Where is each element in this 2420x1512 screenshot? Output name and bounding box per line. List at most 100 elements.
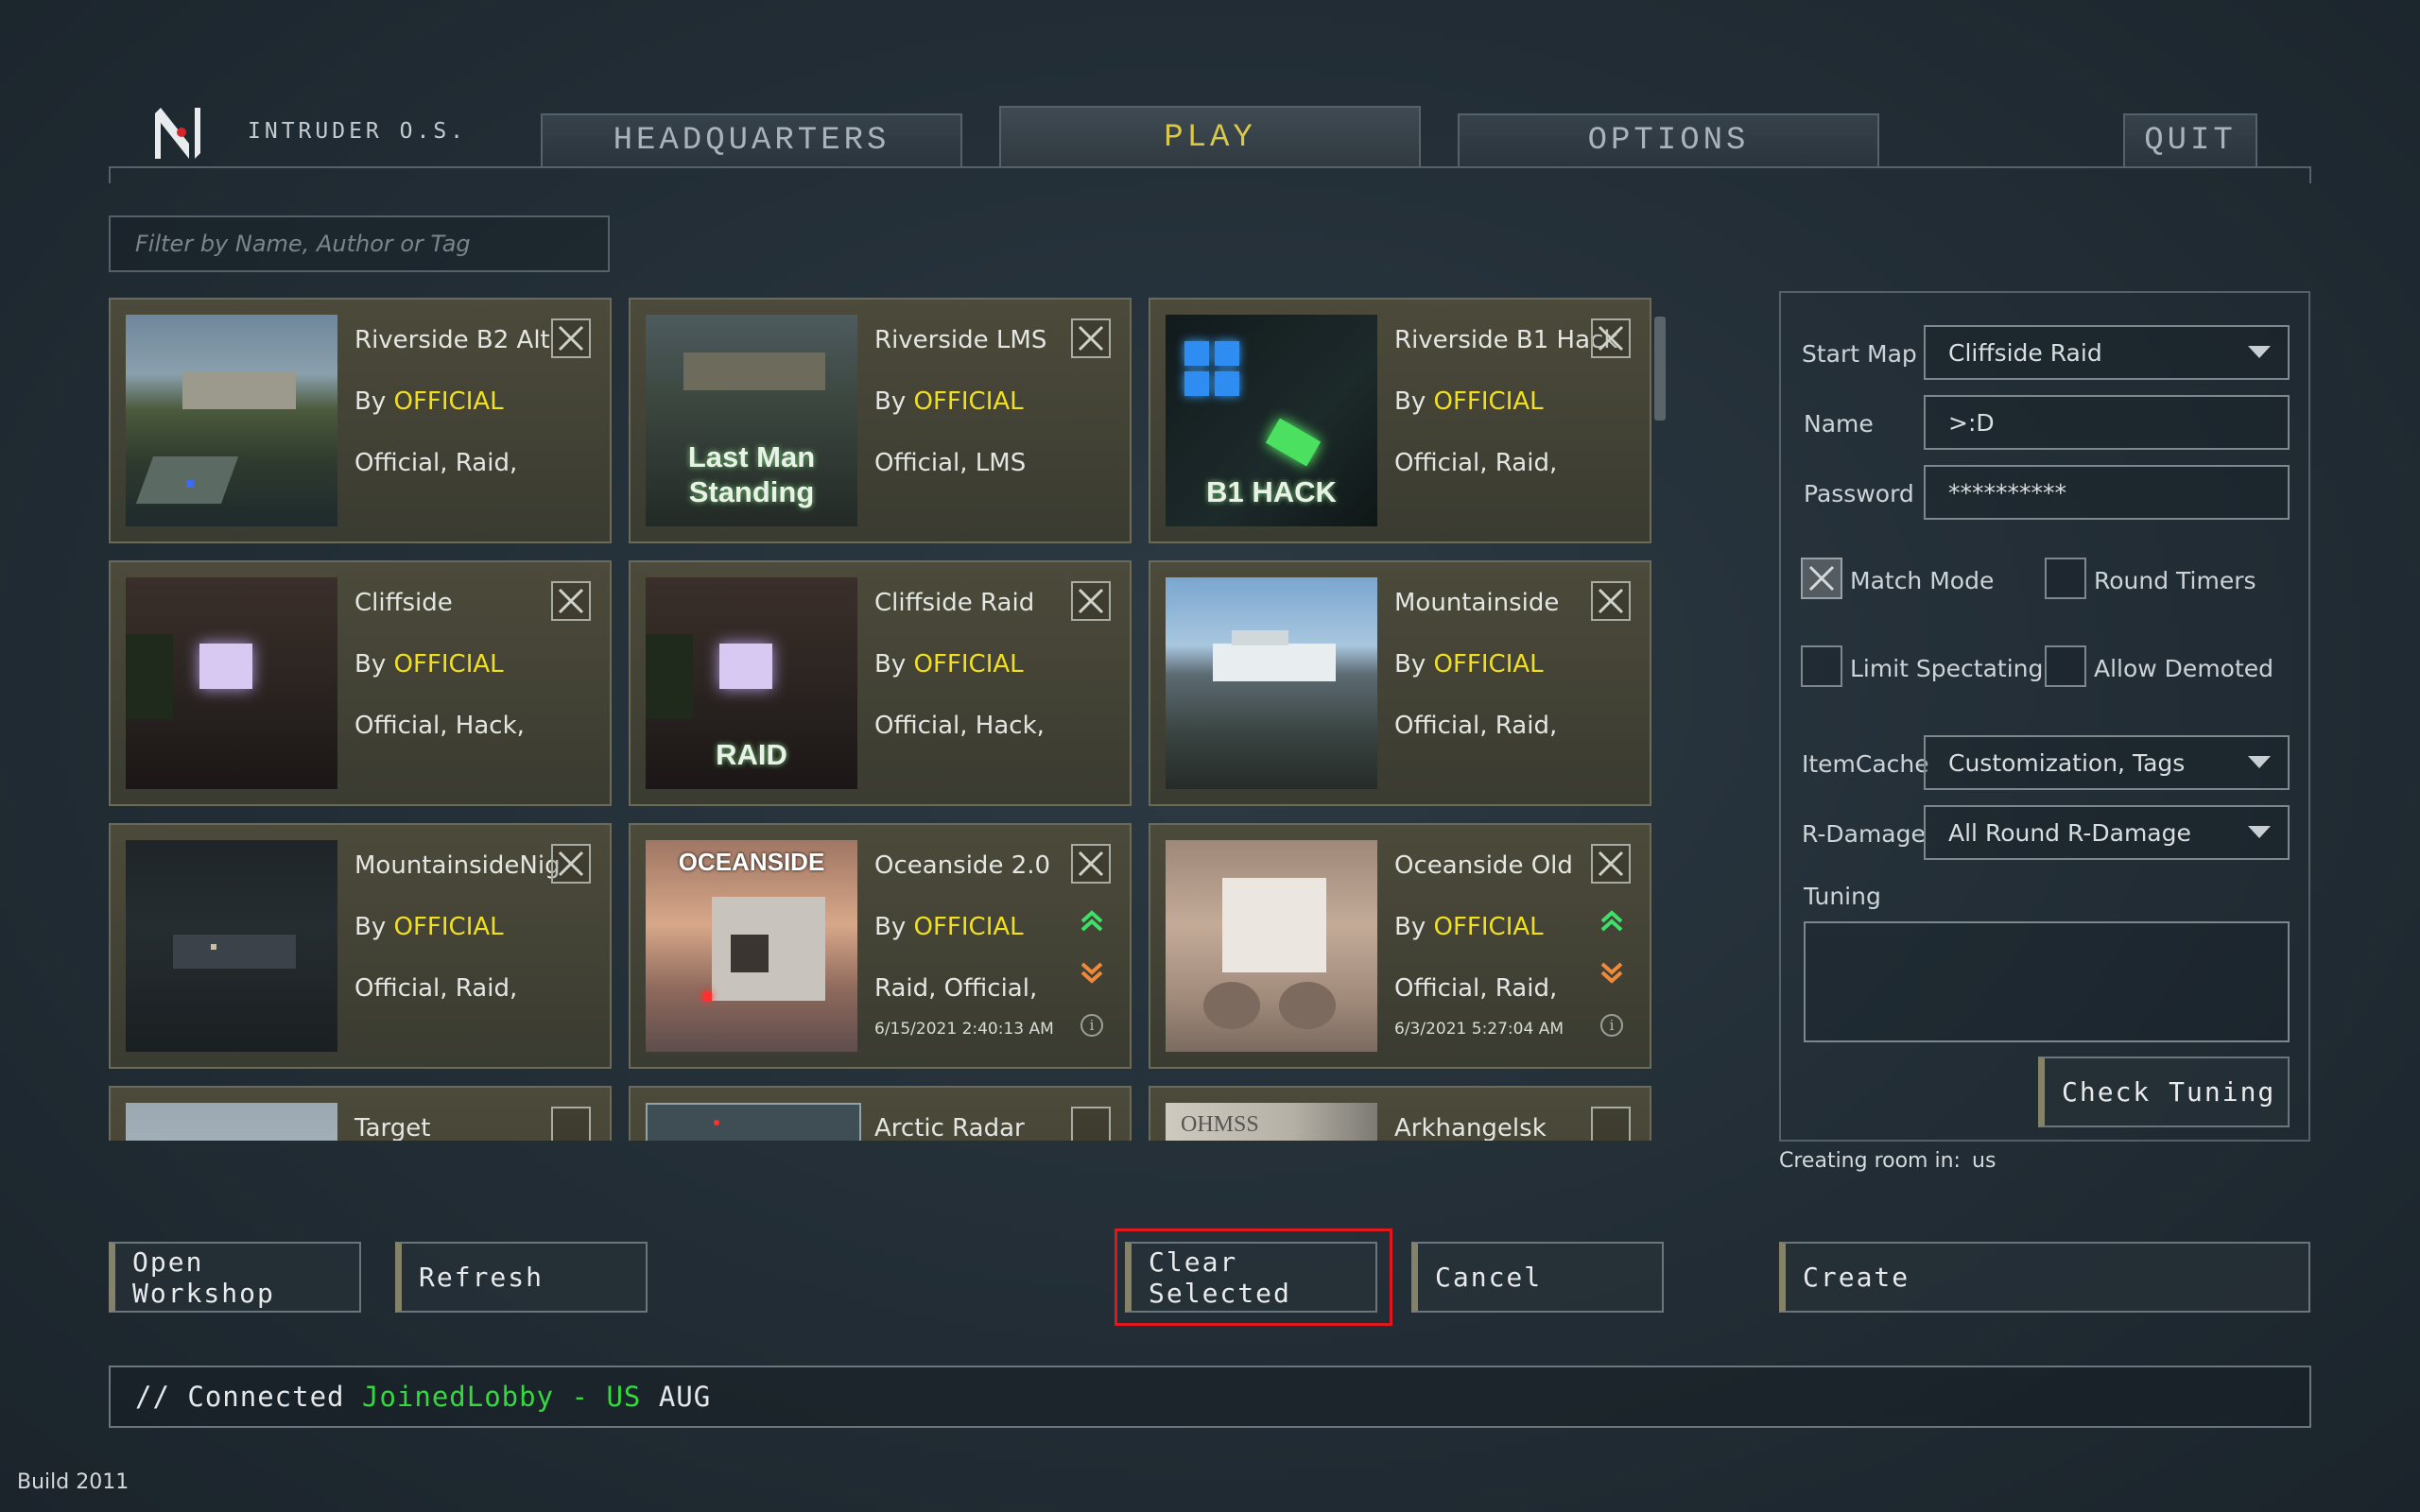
itemcache-dropdown[interactable]: Customization, Tags <box>1924 735 2290 790</box>
map-card-oceanside-2[interactable]: OCEANSIDE Oceanside 2.0 By OFFICIAL Raid… <box>629 823 1132 1069</box>
map-name: Arctic Radar <box>874 1114 1025 1141</box>
map-tags: Official, Raid, <box>1394 974 1558 1003</box>
map-card-riverside-b1-hack[interactable]: B1 HACK Riverside B1 Hack By OFFICIAL Of… <box>1149 298 1651 543</box>
tuning-textarea[interactable] <box>1804 921 2290 1042</box>
map-author: By OFFICIAL <box>874 913 1024 941</box>
map-author: By OFFICIAL <box>354 913 504 941</box>
create-button[interactable]: Create <box>1779 1242 2310 1313</box>
refresh-button[interactable]: Refresh <box>395 1242 648 1313</box>
tab-options[interactable]: OPTIONS <box>1458 113 1879 166</box>
map-thumbnail: Last Man Standing <box>646 315 857 526</box>
selection-highlight <box>1115 1228 1392 1326</box>
map-card-mountainside[interactable]: Mountainside By OFFICIAL Official, Raid, <box>1149 560 1651 806</box>
map-thumbnail-caption: OCEANSIDE <box>678 848 825 876</box>
downvote-icon[interactable] <box>1079 959 1105 986</box>
allow-demoted-label: Allow Demoted <box>2094 655 2274 682</box>
map-name: Mountainside <box>1394 589 1560 617</box>
name-label: Name <box>1804 410 1874 438</box>
map-card-oceanside-old[interactable]: Oceanside Old By OFFICIAL Official, Raid… <box>1149 823 1651 1069</box>
connection-status-bar: // Connected JoinedLobby - US AUG <box>109 1366 2311 1428</box>
upvote-icon[interactable] <box>1599 908 1625 935</box>
map-tags: Official, Hack, <box>874 712 1045 740</box>
rdamage-dropdown[interactable]: All Round R-Damage <box>1924 805 2290 860</box>
header-divider-left <box>109 166 111 183</box>
status-state: JoinedLobby <box>361 1381 555 1413</box>
intruder-logo-icon <box>155 108 200 159</box>
cancel-button[interactable]: Cancel <box>1411 1242 1664 1313</box>
chevron-down-icon <box>2248 826 2271 838</box>
map-card-cliffside[interactable]: Cliffside By OFFICIAL Official, Hack, <box>109 560 612 806</box>
map-card-arkhangelsk[interactable]: OHMSS Arkhangelsk <box>1149 1086 1651 1141</box>
remove-map-checkbox[interactable] <box>551 1107 591 1141</box>
remove-map-checkbox[interactable] <box>1591 581 1631 621</box>
map-author: By OFFICIAL <box>874 650 1024 679</box>
creating-room-label: Creating room in: <box>1779 1149 1961 1173</box>
open-workshop-button[interactable]: Open Workshop <box>109 1242 361 1313</box>
creating-room-region: us <box>1972 1149 1996 1173</box>
map-list-scrollbar[interactable] <box>1654 317 1666 421</box>
password-input[interactable]: ********** <box>1924 465 2290 520</box>
map-name: Oceanside Old <box>1394 851 1573 880</box>
map-name: Target <box>354 1114 431 1141</box>
map-thumbnail-caption: Last Man Standing <box>687 439 816 508</box>
map-list[interactable]: Riverside B2 Alt By OFFICIAL Official, R… <box>109 298 1654 1141</box>
map-card-riverside-b2-alt[interactable]: Riverside B2 Alt By OFFICIAL Official, R… <box>109 298 612 543</box>
map-date: 6/15/2021 2:40:13 AM <box>874 1020 1054 1039</box>
map-name: Riverside B1 Hack <box>1394 326 1618 354</box>
remove-map-checkbox[interactable] <box>551 581 591 621</box>
remove-map-checkbox[interactable] <box>1591 318 1631 358</box>
check-tuning-button[interactable]: Check Tuning <box>2038 1057 2290 1127</box>
map-thumbnail <box>1166 577 1377 789</box>
info-icon[interactable]: i <box>1080 1014 1103 1037</box>
remove-map-checkbox[interactable] <box>551 844 591 884</box>
chevron-down-icon <box>2248 346 2271 358</box>
limit-spectating-checkbox[interactable] <box>1801 645 1842 687</box>
room-name-input[interactable]: >:D <box>1924 395 2290 450</box>
quit-button[interactable]: QUIT <box>2123 113 2257 166</box>
map-tags: Official, Hack, <box>354 712 525 740</box>
downvote-icon[interactable] <box>1599 959 1625 986</box>
tab-play[interactable]: PLAY <box>999 106 1421 168</box>
map-name: Oceanside 2.0 <box>874 851 1051 880</box>
tab-headquarters[interactable]: HEADQUARTERS <box>541 113 962 166</box>
remove-map-checkbox[interactable] <box>1071 581 1111 621</box>
start-map-dropdown[interactable]: Cliffside Raid <box>1924 325 2290 380</box>
map-card-mountainsidenig[interactable]: MountainsideNig By OFFICIAL Official, Ra… <box>109 823 612 1069</box>
remove-map-checkbox[interactable] <box>1071 318 1111 358</box>
match-mode-checkbox[interactable] <box>1801 558 1842 599</box>
map-thumbnail <box>126 840 337 1052</box>
map-thumbnail: OCEANSIDE <box>646 840 857 1052</box>
remove-map-checkbox[interactable] <box>1591 844 1631 884</box>
allow-demoted-checkbox[interactable] <box>2045 645 2086 687</box>
tuning-label: Tuning <box>1804 883 1881 910</box>
map-tags: Official, LMS <box>874 449 1027 477</box>
map-tags: Official, Raid, <box>1394 449 1558 477</box>
round-timers-label: Round Timers <box>2094 567 2256 594</box>
map-thumbnail: B1 HACK <box>1166 315 1377 526</box>
map-card-arctic-radar[interactable]: Arctic Radar <box>629 1086 1132 1141</box>
build-version: Build 2011 <box>17 1470 130 1494</box>
map-filter-input[interactable] <box>109 215 610 272</box>
map-thumbnail-caption: B1 HACK <box>1206 474 1337 508</box>
remove-map-checkbox[interactable] <box>1071 1107 1111 1141</box>
map-card-riverside-lms[interactable]: Last Man Standing Riverside LMS By OFFIC… <box>629 298 1132 543</box>
map-thumbnail: RAID <box>646 577 857 789</box>
status-prefix: // Connected <box>135 1381 362 1413</box>
info-icon[interactable]: i <box>1600 1014 1623 1037</box>
map-thumbnail <box>126 577 337 789</box>
map-thumbnail-caption: RAID <box>716 737 787 771</box>
brand-title: INTRUDER O.S. <box>248 119 468 144</box>
rdamage-value: All Round R-Damage <box>1948 818 2191 847</box>
map-card-target[interactable]: Target <box>109 1086 612 1141</box>
map-tags: Raid, Official, <box>874 974 1038 1003</box>
map-author: By OFFICIAL <box>1394 650 1544 679</box>
map-thumbnail: OHMSS <box>1166 1103 1377 1141</box>
start-map-label: Start Map <box>1802 340 1917 368</box>
map-card-cliffside-raid[interactable]: RAID Cliffside Raid By OFFICIAL Official… <box>629 560 1132 806</box>
remove-map-checkbox[interactable] <box>551 318 591 358</box>
round-timers-checkbox[interactable] <box>2045 558 2086 599</box>
map-name: MountainsideNig <box>354 851 561 880</box>
remove-map-checkbox[interactable] <box>1071 844 1111 884</box>
upvote-icon[interactable] <box>1079 908 1105 935</box>
remove-map-checkbox[interactable] <box>1591 1107 1631 1141</box>
